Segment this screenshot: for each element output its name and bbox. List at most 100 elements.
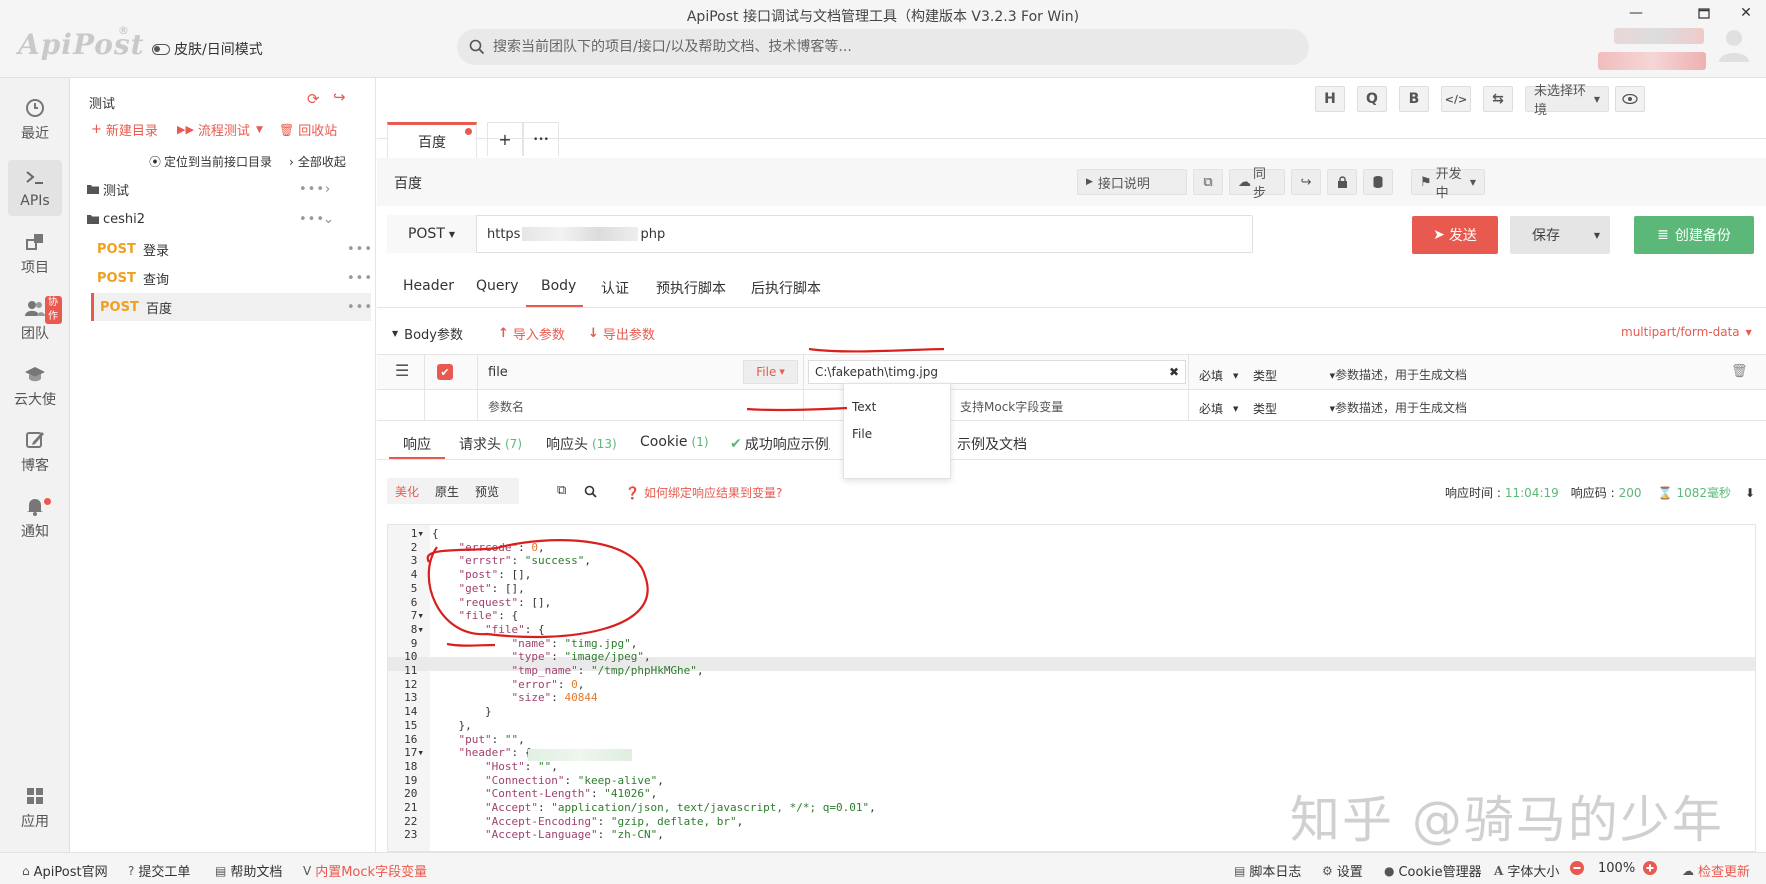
api-doc-button[interactable]: ▶ 接口说明 (1077, 169, 1187, 195)
footer-check-update[interactable]: ☁ 检查更新 (1682, 861, 1750, 881)
resp-tab-req-headers[interactable]: 请求头 (7) (459, 434, 522, 454)
recycle-bin-button[interactable]: 🗑 回收站 (279, 120, 337, 140)
download-icon[interactable]: ⬇ (1745, 486, 1755, 500)
tree-folder[interactable]: ceshi2 ••• ⌄ (87, 206, 371, 232)
nav-notifications[interactable]: 通知 (8, 490, 62, 546)
eye-icon[interactable] (1615, 86, 1645, 112)
zoom-in-button[interactable] (1643, 861, 1657, 875)
status-select[interactable]: ⚑ 开发中 ▼ (1411, 167, 1485, 201)
footer-official-site[interactable]: ⌂ ApiPost官网 (22, 861, 108, 881)
param-desc[interactable]: 参数描述，用于生成文档 (1335, 366, 1467, 383)
tab-post-script[interactable]: 后执行脚本 (751, 278, 821, 298)
tab-pre-script[interactable]: 预执行脚本 (656, 278, 726, 298)
content-type-select[interactable]: multipart/form-data ▼ (1621, 325, 1752, 339)
mode-raw[interactable]: 原生 (435, 483, 459, 500)
required-select[interactable]: 必填 ▼ (1199, 400, 1238, 417)
more-icon[interactable]: ••• (347, 271, 373, 286)
body-params-toggle[interactable]: ▼ Body参数 (392, 324, 463, 343)
tree-api-item-active[interactable]: POST 百度 ••• (91, 293, 373, 321)
caret-down-icon[interactable]: ▼ (1594, 231, 1600, 240)
nav-team[interactable]: 协作 团队 (8, 292, 62, 348)
param-key-placeholder[interactable]: 参数名 (488, 398, 524, 415)
bind-response-help[interactable]: ❓ 如何绑定响应结果到变量? (625, 484, 782, 501)
close-window-button[interactable]: ✕ (1726, 0, 1766, 26)
row-enabled-checkbox[interactable]: ✔ (437, 364, 453, 380)
export-params-button[interactable]: ↓ 导出参数 (588, 324, 655, 343)
footer-submit-ticket[interactable]: ? 提交工单 (128, 861, 190, 881)
send-button[interactable]: ➤ 发送 (1412, 216, 1498, 254)
toolbar-h-button[interactable]: H (1315, 86, 1345, 112)
sync-button[interactable]: ☁ 同步 (1229, 167, 1285, 201)
create-backup-button[interactable]: ≣ 创建备份 (1634, 216, 1754, 254)
tab-query[interactable]: Query (476, 278, 519, 294)
skin-mode-toggle[interactable]: 皮肤/日间模式 (152, 39, 263, 59)
locate-current-button[interactable]: ⦿ 定位到当前接口目录 (149, 153, 272, 170)
trash-icon[interactable]: 🗑 (1731, 364, 1748, 379)
url-input[interactable]: https php (487, 215, 665, 253)
share-icon[interactable]: ↪ (1291, 169, 1321, 195)
minimize-button[interactable]: — (1616, 0, 1656, 26)
footer-help-docs[interactable]: ▤ 帮助文档 (215, 861, 282, 881)
refresh-icon[interactable]: ⟳ (307, 90, 320, 108)
footer-cookie-manager[interactable]: ● Cookie管理器 (1384, 861, 1482, 881)
type-select[interactable]: 类型 ▼ (1253, 367, 1335, 384)
param-desc[interactable]: 参数描述，用于生成文档 (1335, 399, 1467, 416)
nav-apps[interactable]: 应用 (8, 780, 62, 836)
type-select[interactable]: 类型 ▼ (1253, 400, 1335, 417)
tree-api-item[interactable]: POST 登录 ••• (91, 235, 373, 263)
mode-preview[interactable]: 预览 (475, 483, 499, 500)
tab-body[interactable]: Body (541, 278, 576, 294)
more-icon[interactable]: ••• (299, 182, 325, 197)
maximize-button[interactable] (1684, 0, 1724, 26)
copy-icon[interactable]: ⧉ (557, 483, 566, 498)
nav-ambassador[interactable]: 云大使 (8, 358, 62, 414)
import-params-button[interactable]: ↑ 导入参数 (498, 324, 565, 343)
dropdown-option-file[interactable]: File (852, 427, 872, 441)
nav-apis[interactable]: APIs (8, 160, 62, 216)
more-icon[interactable]: ••• (347, 300, 373, 315)
nav-recent[interactable]: 最近 (8, 92, 62, 148)
nav-projects[interactable]: 项目 (8, 226, 62, 282)
toolbar-b-button[interactable]: B (1399, 86, 1429, 112)
param-type-toggle[interactable]: File ▼ (743, 360, 798, 384)
tree-folder[interactable]: 测试 ••• › (87, 176, 371, 202)
required-select[interactable]: 必填 ▼ (1199, 367, 1238, 384)
drag-handle-icon[interactable]: ☰ (395, 361, 409, 380)
avatar-icon[interactable] (1716, 26, 1752, 62)
footer-script-log[interactable]: ▤ 脚本日志 (1234, 861, 1301, 881)
mode-beautify[interactable]: 美化 (395, 483, 419, 500)
more-icon[interactable]: ••• (347, 242, 373, 257)
lock-icon[interactable] (1327, 169, 1357, 195)
param-key[interactable]: file (488, 365, 508, 380)
toolbar-sliders-button[interactable]: ⇆ (1483, 86, 1513, 112)
resp-tab-resp-headers[interactable]: 响应头 (13) (546, 434, 617, 454)
resp-tab-success-example[interactable]: ✔ 成功响应示例及文 (730, 434, 830, 454)
param-value-input[interactable]: C:\fakepath\timg.jpg ✖ (808, 360, 1186, 384)
search-icon[interactable] (584, 485, 597, 498)
collapse-all-button[interactable]: › 全部收起 (289, 153, 346, 170)
toolbar-q-button[interactable]: Q (1357, 86, 1387, 112)
clear-icon[interactable]: ✖ (1169, 365, 1179, 379)
new-dir-button[interactable]: + 新建目录 (91, 120, 158, 139)
tab-baidu[interactable]: 百度 (387, 122, 477, 158)
more-icon[interactable]: ••• (299, 212, 325, 227)
resp-tab-examples[interactable]: 示例及文档 (957, 434, 1027, 454)
zoom-out-button[interactable] (1570, 861, 1584, 875)
tabs-more-button[interactable]: ••• (523, 122, 559, 156)
dropdown-option-text[interactable]: Text (852, 400, 876, 414)
database-icon[interactable] (1363, 169, 1393, 195)
env-select[interactable]: 未选择环境 ▼ (1525, 84, 1609, 118)
resp-tab-cookie[interactable]: Cookie (1) (640, 434, 709, 450)
param-value-placeholder[interactable]: 支持Mock字段变量 (960, 398, 1063, 415)
method-select[interactable]: POST ▼ (387, 215, 477, 253)
share-icon[interactable]: ↪ (333, 88, 346, 106)
tab-auth[interactable]: 认证 (601, 278, 629, 298)
add-tab-button[interactable]: + (487, 122, 523, 156)
resp-tab-response[interactable]: 响应 (403, 434, 431, 454)
search-input[interactable] (493, 39, 1253, 55)
footer-mock-vars[interactable]: V 内置Mock字段变量 (303, 861, 427, 881)
nav-blog[interactable]: 博客 (8, 424, 62, 480)
flow-test-button[interactable]: ▶▶ 流程测试 ▼ (177, 120, 263, 139)
copy-icon[interactable]: ⧉ (1193, 169, 1223, 195)
tree-api-item[interactable]: POST 查询 ••• (91, 264, 373, 292)
